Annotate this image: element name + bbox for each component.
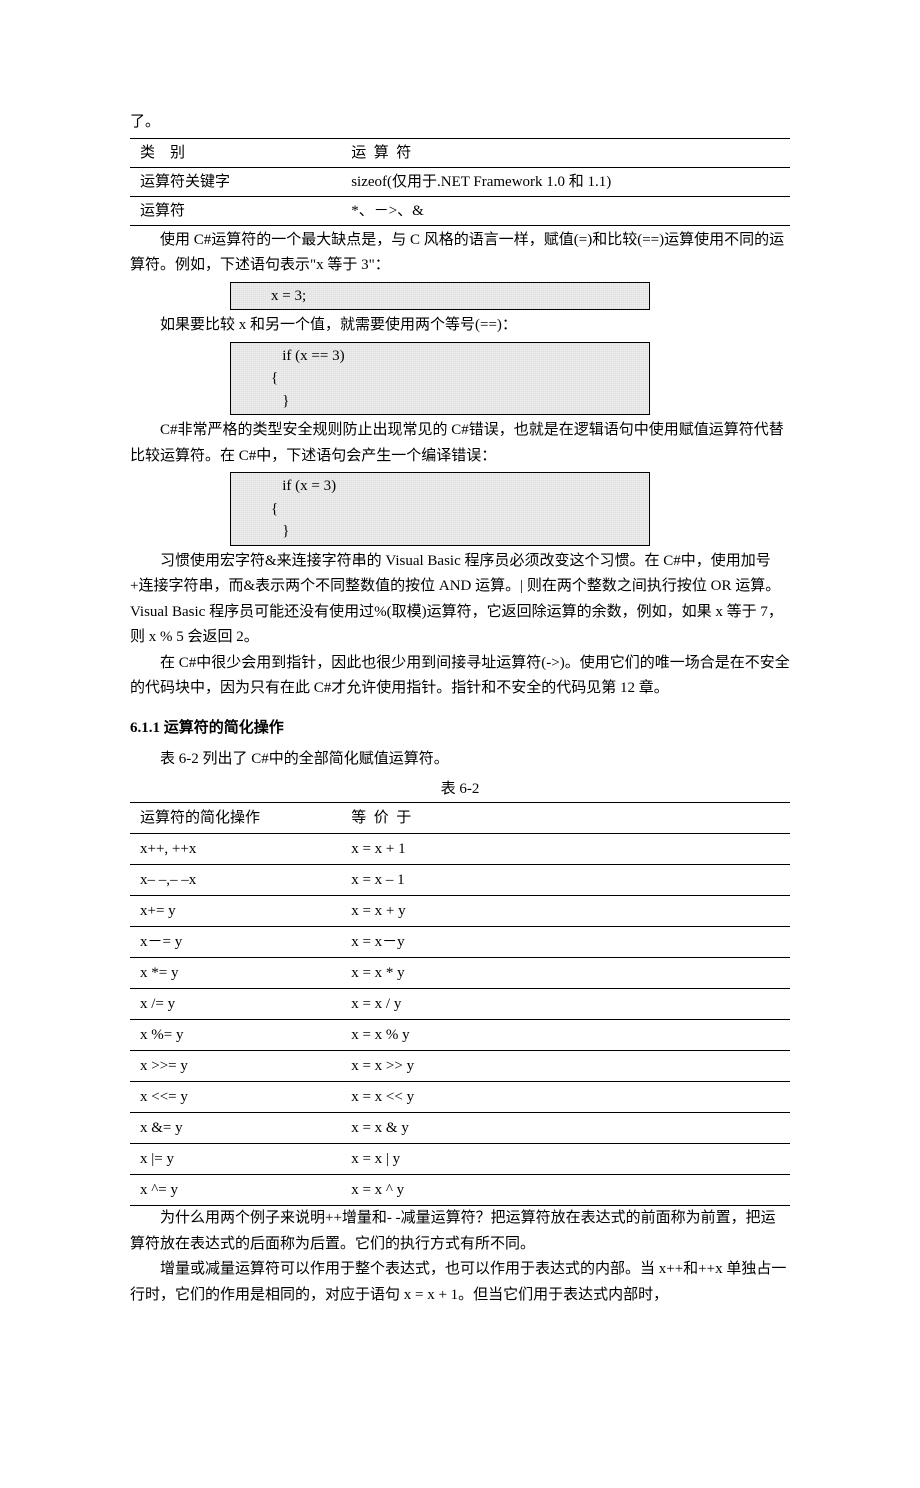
table-header-cell: 类 别: [130, 138, 341, 167]
code-block: x = 3;: [230, 282, 650, 311]
paragraph: C#非常严格的类型安全规则防止出现常见的 C#错误，也就是在逻辑语句中使用赋值运…: [130, 418, 790, 469]
paragraph: 为什么用两个例子来说明++增量和- -减量运算符？把运算符放在表达式的前面称为前…: [130, 1206, 790, 1257]
table-cell: x = x + 1: [341, 834, 790, 865]
table-cell: x = x－y: [341, 927, 790, 958]
cell-text: 运: [351, 145, 366, 161]
table-row: x－= yx = x－y: [130, 927, 790, 958]
table-row: x– –,– –xx = x – 1: [130, 865, 790, 896]
paragraph: 使用 C#运算符的一个最大缺点是，与 C 风格的语言一样，赋值(=)和比较(==…: [130, 228, 790, 279]
table-row: x ^= yx = x ^ y: [130, 1175, 790, 1206]
table-header-cell: 等 价 于: [341, 803, 790, 834]
table-cell: x %= y: [130, 1020, 341, 1051]
table-cell: x = x % y: [341, 1020, 790, 1051]
table-caption: 表 6-2: [130, 777, 790, 803]
paragraph: 表 6-2 列出了 C#中的全部简化赋值运算符。: [130, 747, 790, 773]
table-cell: x = x | y: [341, 1144, 790, 1175]
table-header-cell: 运算符的简化操作: [130, 803, 341, 834]
table-cell: x = x / y: [341, 989, 790, 1020]
cell-text: 价: [374, 810, 389, 826]
table-row: x |= yx = x | y: [130, 1144, 790, 1175]
table-cell: x = x << y: [341, 1082, 790, 1113]
table-cell: x <<= y: [130, 1082, 341, 1113]
table-cell: x /= y: [130, 989, 341, 1020]
code-block: if (x == 3) { }: [230, 342, 650, 416]
paragraph: 增量或减量运算符可以作用于整个表达式，也可以作用于表达式的内部。当 x++和++…: [130, 1257, 790, 1308]
table-cell: x = x * y: [341, 958, 790, 989]
cell-text: 别: [170, 145, 185, 161]
text-line: 了。: [130, 110, 790, 136]
shorthand-operators-table: 运算符的简化操作 等 价 于 x++, ++xx = x + 1x– –,– –…: [130, 802, 790, 1206]
cell-text: 符: [396, 145, 411, 161]
table-row: 运算符的简化操作 等 价 于: [130, 803, 790, 834]
table-cell: x+= y: [130, 896, 341, 927]
cell-text: 等: [351, 810, 366, 826]
table-cell: x– –,– –x: [130, 865, 341, 896]
section-heading: 6.1.1 运算符的简化操作: [130, 716, 790, 742]
table-cell: x ^= y: [130, 1175, 341, 1206]
table-row: x &= yx = x & y: [130, 1113, 790, 1144]
cell-text: 类: [140, 145, 155, 161]
table-cell: x *= y: [130, 958, 341, 989]
table-cell: x = x >> y: [341, 1051, 790, 1082]
table-cell: x &= y: [130, 1113, 341, 1144]
paragraph: 在 C#中很少会用到指针，因此也很少用到间接寻址运算符(->)。使用它们的唯一场…: [130, 651, 790, 702]
table-cell: 运算符: [130, 196, 341, 225]
table-cell: x >>= y: [130, 1051, 341, 1082]
table-row: x <<= yx = x << y: [130, 1082, 790, 1113]
table-row: x /= yx = x / y: [130, 989, 790, 1020]
table-cell: x = x & y: [341, 1113, 790, 1144]
table-row: 类 别 运 算 符: [130, 138, 790, 167]
table-row: x *= yx = x * y: [130, 958, 790, 989]
code-block: if (x = 3) { }: [230, 472, 650, 546]
table-cell: sizeof(仅用于.NET Framework 1.0 和 1.1): [341, 167, 790, 196]
table-row: 运算符关键字 sizeof(仅用于.NET Framework 1.0 和 1.…: [130, 167, 790, 196]
cell-text: 算: [374, 145, 389, 161]
table-row: x+= yx = x + y: [130, 896, 790, 927]
table-cell: x++, ++x: [130, 834, 341, 865]
table-cell: x = x ^ y: [341, 1175, 790, 1206]
table-cell: x = x + y: [341, 896, 790, 927]
table-cell: *、－>、&: [341, 196, 790, 225]
table-cell: 运算符关键字: [130, 167, 341, 196]
table-row: 运算符 *、－>、&: [130, 196, 790, 225]
paragraph: 习惯使用宏字符&来连接字符串的 Visual Basic 程序员必须改变这个习惯…: [130, 549, 790, 651]
table-cell: x－= y: [130, 927, 341, 958]
table-row: x %= yx = x % y: [130, 1020, 790, 1051]
table-row: x++, ++xx = x + 1: [130, 834, 790, 865]
table-cell: x |= y: [130, 1144, 341, 1175]
paragraph: 如果要比较 x 和另一个值，就需要使用两个等号(==)：: [130, 313, 790, 339]
table-header-cell: 运 算 符: [341, 138, 790, 167]
operator-category-table: 类 别 运 算 符 运算符关键字 sizeof(仅用于.NET Framewor…: [130, 138, 790, 226]
cell-text: 于: [396, 810, 411, 826]
table-cell: x = x – 1: [341, 865, 790, 896]
table-row: x >>= yx = x >> y: [130, 1051, 790, 1082]
